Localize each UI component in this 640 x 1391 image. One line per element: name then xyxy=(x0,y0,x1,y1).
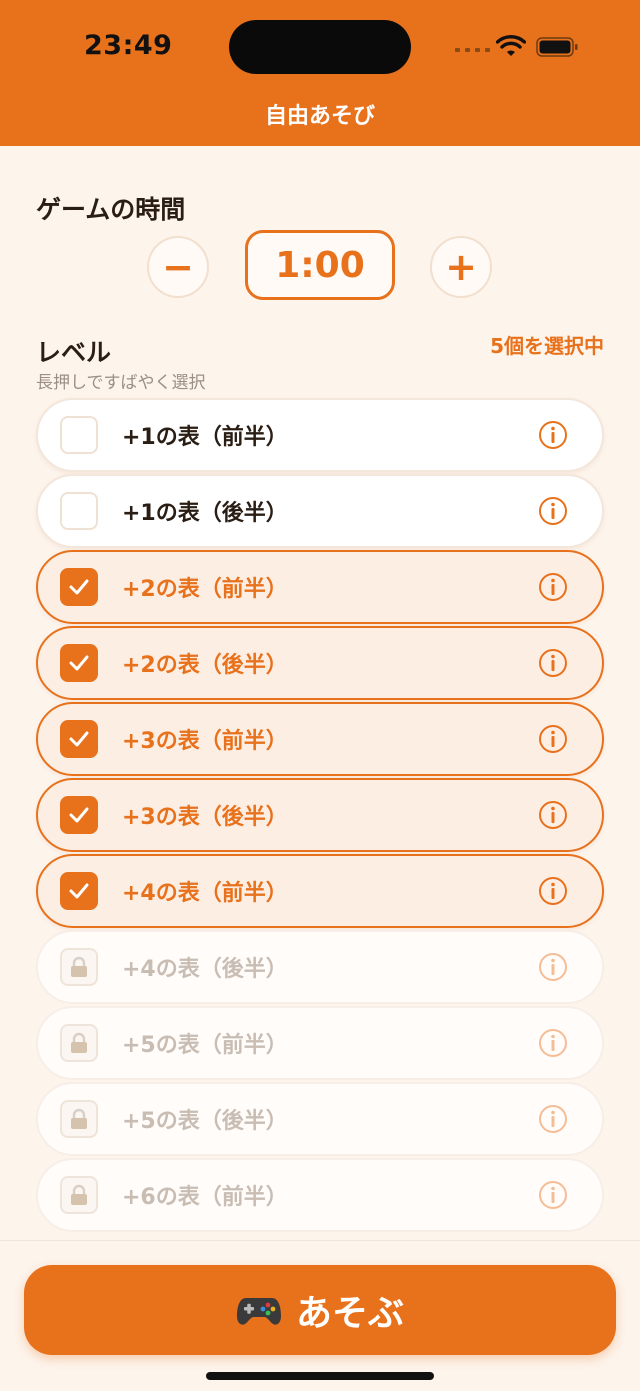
lock-icon xyxy=(60,1100,98,1138)
checkmark-icon xyxy=(69,807,89,823)
time-value: 1:00 xyxy=(245,230,395,300)
level-row[interactable]: +3の表（前半） xyxy=(36,702,604,776)
level-row-label: +4の表（後半） xyxy=(122,957,288,982)
play-button[interactable]: あそぶ xyxy=(24,1265,616,1355)
level-row-label: +4の表（前半） xyxy=(122,881,288,906)
level-row: +5の表（前半） xyxy=(36,1006,604,1080)
checkbox-checked[interactable] xyxy=(60,644,98,682)
level-subtitle: 長押しですばやく選択 xyxy=(36,373,206,393)
info-icon[interactable] xyxy=(538,420,568,450)
level-row[interactable]: +2の表（後半） xyxy=(36,626,604,700)
level-row-label: +2の表（前半） xyxy=(122,577,288,602)
lock-icon xyxy=(60,1024,98,1062)
info-icon[interactable] xyxy=(538,952,568,982)
lock-icon xyxy=(60,948,98,986)
status-time: 23:49 xyxy=(84,30,173,61)
level-row: +5の表（後半） xyxy=(36,1082,604,1156)
play-label: あそぶ xyxy=(295,1293,404,1334)
decrease-time-button[interactable]: − xyxy=(147,236,209,298)
checkbox-checked[interactable] xyxy=(60,720,98,758)
level-row[interactable]: +3の表（後半） xyxy=(36,778,604,852)
level-row-label: +3の表（後半） xyxy=(122,805,288,830)
level-row[interactable]: +1の表（前半） xyxy=(36,398,604,472)
info-icon[interactable] xyxy=(538,648,568,678)
checkbox-checked[interactable] xyxy=(60,796,98,834)
info-icon[interactable] xyxy=(538,1028,568,1058)
header: 23:49 自由あそび xyxy=(0,0,640,146)
info-icon[interactable] xyxy=(538,1180,568,1210)
level-row[interactable]: +1の表（後半） xyxy=(36,474,604,548)
checkmark-icon xyxy=(69,655,89,671)
lock-icon xyxy=(60,1176,98,1214)
level-row-label: +5の表（後半） xyxy=(122,1109,288,1134)
level-list: +1の表（前半） +1の表（後半） +2の表（前半） +2の表（後半） +3の表（前半）… xyxy=(36,398,604,1234)
checkbox-unchecked[interactable] xyxy=(60,416,98,454)
level-row: +4の表（後半） xyxy=(36,930,604,1004)
checkmark-icon xyxy=(69,579,89,595)
info-icon[interactable] xyxy=(538,572,568,602)
wifi-icon xyxy=(496,35,526,56)
info-icon[interactable] xyxy=(538,496,568,526)
battery-icon xyxy=(536,37,578,57)
checkbox-checked[interactable] xyxy=(60,568,98,606)
checkbox-checked[interactable] xyxy=(60,872,98,910)
level-row[interactable]: +2の表（前半） xyxy=(36,550,604,624)
level-row-label: +6の表（前半） xyxy=(122,1185,288,1210)
home-indicator xyxy=(206,1372,434,1380)
level-row-label: +5の表（前半） xyxy=(122,1033,288,1058)
level-title: レベル xyxy=(36,338,112,367)
dynamic-island xyxy=(229,20,411,74)
checkmark-icon xyxy=(69,731,89,747)
nav-title: 自由あそび xyxy=(264,104,375,129)
level-row-label: +3の表（前半） xyxy=(122,729,288,754)
level-row-label: +1の表（後半） xyxy=(122,501,288,526)
game-time-title: ゲームの時間 xyxy=(36,195,186,224)
level-row: +6の表（前半） xyxy=(36,1158,604,1232)
level-row-label: +1の表（前半） xyxy=(122,425,288,450)
gamepad-icon xyxy=(236,1298,281,1325)
selected-count: 5個を選択中 xyxy=(490,334,604,358)
increase-time-button[interactable]: + xyxy=(430,236,492,298)
info-icon[interactable] xyxy=(538,800,568,830)
level-row[interactable]: +4の表（前半） xyxy=(36,854,604,928)
info-icon[interactable] xyxy=(538,876,568,906)
info-icon[interactable] xyxy=(538,724,568,754)
checkbox-unchecked[interactable] xyxy=(60,492,98,530)
checkmark-icon xyxy=(69,883,89,899)
cellular-signal-icon xyxy=(455,48,490,52)
level-row-label: +2の表（後半） xyxy=(122,653,288,678)
info-icon[interactable] xyxy=(538,1104,568,1134)
